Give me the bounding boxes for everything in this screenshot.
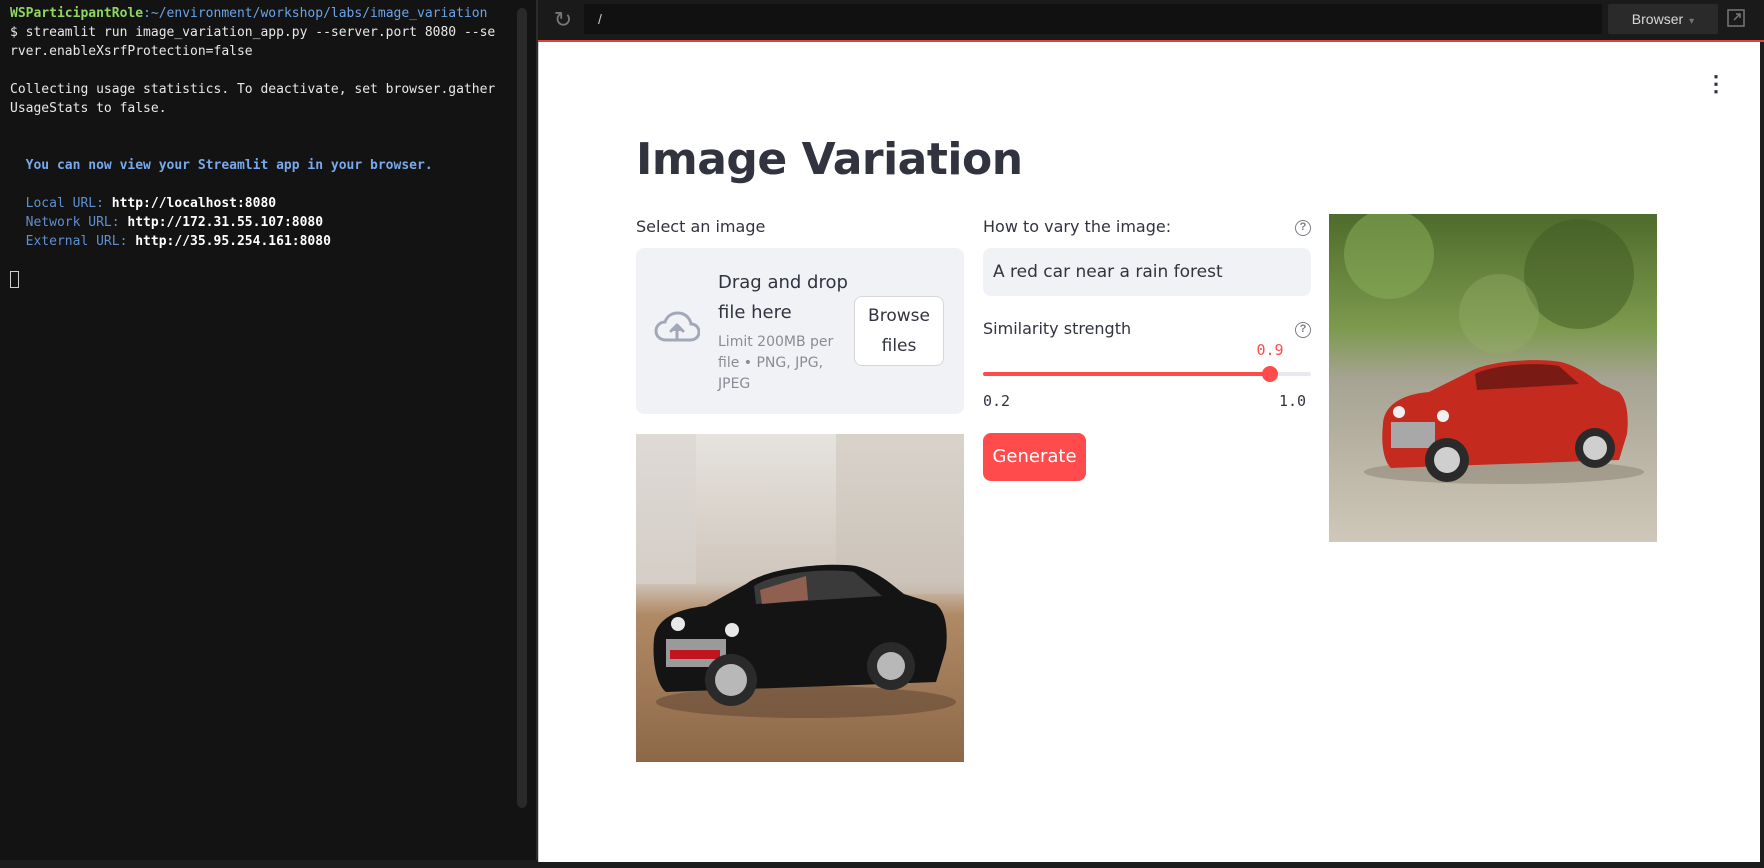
prompt-user: WSParticipantRole [10,6,144,21]
browser-dropdown-button[interactable]: Browser ▾ [1608,4,1718,34]
vary-prompt-label: How to vary the image: [983,217,1172,236]
slider-current-value: 0.9 [1256,341,1284,359]
usage-line-2: UsageStats to false. [10,101,167,116]
reload-icon[interactable]: ↻ [550,8,576,32]
url-bar[interactable]: / [584,4,1602,34]
select-image-label: Select an image [636,217,766,236]
main-menu-icon[interactable]: ⋮ [1705,70,1727,98]
prompt-path: :~/environment/workshop/labs/image_varia… [143,6,488,21]
local-url-label: Local URL: [10,196,112,211]
generate-button[interactable]: Generate [983,433,1086,481]
slider-min-label: 0.2 [983,392,1011,410]
slider-thumb[interactable] [1262,366,1278,382]
cloud-upload-icon [654,311,700,342]
network-url-line: Network URL: http://172.31.55.107:8080 [10,213,510,232]
help-icon[interactable]: ? [1295,220,1311,236]
command-line-2: rver.enableXsrfProtection=false [10,44,253,59]
browse-files-button[interactable]: Browse files [854,296,944,366]
file-uploader-dropzone[interactable]: Drag and drop file here Limit 200MB per … [636,248,964,414]
terminal-prompt-line: WSParticipantRole:~/environment/workshop… [10,4,510,23]
popout-icon[interactable] [1724,8,1748,32]
terminal-pane[interactable]: WSParticipantRole:~/environment/workshop… [0,0,538,860]
dropzone-instructions: Drag and drop file here [718,272,848,323]
dropzone-limit-text: Limit 200MB per file • PNG, JPG, JPEG [718,334,834,392]
terminal-cursor [10,271,19,288]
generated-image [1329,214,1657,542]
cursor-line [10,270,510,289]
external-url[interactable]: http://35.95.254.161:8080 [135,234,331,249]
local-url-line: Local URL: http://localhost:8080 [10,194,510,213]
browser-toolbar: ↻ / Browser ▾ [538,0,1764,42]
external-url-line: External URL: http://35.95.254.161:8080 [10,232,510,251]
browser-button-label: Browser [1631,11,1684,27]
terminal-scrollbar[interactable] [517,8,527,808]
local-url[interactable]: http://localhost:8080 [112,196,276,211]
chevron-down-icon: ▾ [1689,16,1695,27]
similarity-label: Similarity strength [983,319,1132,338]
browser-pane: ↻ / Browser ▾ ⋮ Image Variation Select an… [538,0,1764,862]
page-title: Image Variation [636,134,1023,185]
similarity-slider[interactable]: 0.9 [983,341,1311,382]
usage-line-1: Collecting usage statistics. To deactiva… [10,82,496,97]
streamlit-page: ⋮ Image Variation Select an image Drag a… [538,42,1760,862]
terminal-output: WSParticipantRole:~/environment/workshop… [10,4,510,289]
uploaded-image [636,434,964,762]
slider-fill [983,372,1270,376]
vary-prompt-input[interactable]: A red car near a rain forest [983,248,1311,296]
network-url[interactable]: http://172.31.55.107:8080 [127,215,323,230]
command-line-1: $ streamlit run image_variation_app.py -… [10,25,496,40]
network-url-label: Network URL: [10,215,128,230]
slider-max-label: 1.0 [1279,392,1307,410]
view-message: You can now view your Streamlit app in y… [10,158,433,173]
external-url-label: External URL: [10,234,136,249]
help-icon[interactable]: ? [1295,322,1311,338]
